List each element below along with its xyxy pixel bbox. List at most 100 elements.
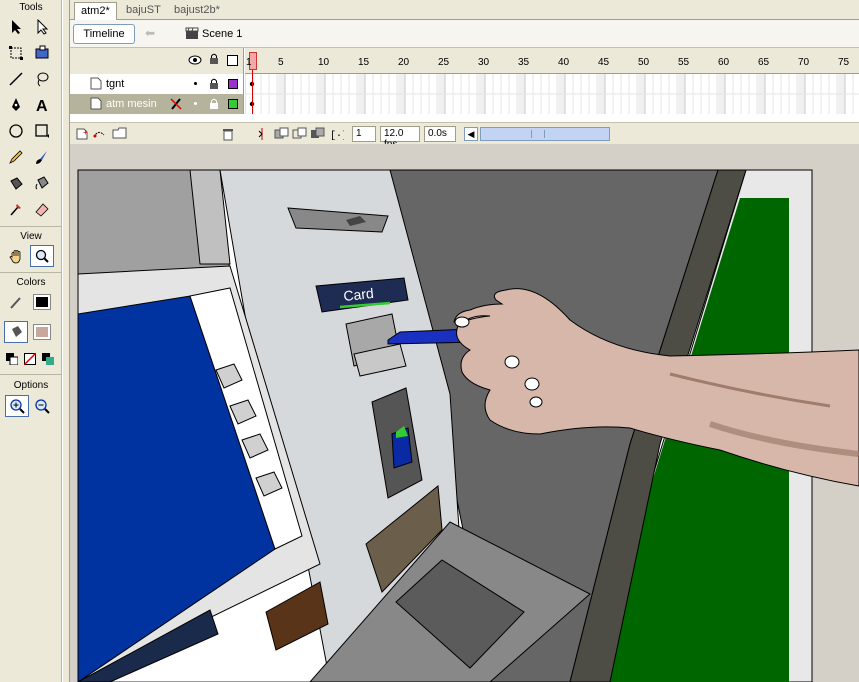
layer-outline-color[interactable] <box>228 99 238 109</box>
outline-icon[interactable] <box>227 55 238 66</box>
frame-number-label: 1 <box>246 57 252 68</box>
timeline-panel: tgnt atm mesin 1 5 10 15 20 25 30 35 40 … <box>70 48 859 150</box>
eyedropper-tool-icon[interactable] <box>4 198 28 220</box>
frame-number-label: 50 <box>638 57 650 68</box>
lasso-tool-icon[interactable] <box>30 68 54 90</box>
edit-bar: Timeline ⬅ Scene 1 <box>70 20 859 48</box>
zoom-tool-icon[interactable] <box>30 245 54 267</box>
panel-splitter[interactable] <box>62 0 70 682</box>
add-layer-icon[interactable]: + <box>76 127 90 143</box>
rectangle-tool-icon[interactable] <box>30 120 54 142</box>
playhead-line <box>252 70 253 114</box>
gradient-transform-tool-icon[interactable] <box>30 42 54 64</box>
layer-header <box>70 48 244 74</box>
paint-bucket-tool-icon[interactable] <box>30 172 54 194</box>
tools-title: Tools <box>19 2 43 13</box>
frame-number-label: 40 <box>558 57 570 68</box>
options-title: Options <box>13 380 49 391</box>
atm-illustration[interactable]: Card <box>70 144 859 682</box>
layer-name: atm mesin <box>106 98 157 110</box>
layer-lock-icon[interactable] <box>209 78 219 93</box>
frame-number-label: 30 <box>478 57 490 68</box>
pen-tool-icon[interactable] <box>4 94 28 116</box>
stroke-color-swatch[interactable] <box>30 291 54 313</box>
layer-tgnt[interactable]: tgnt <box>70 74 244 94</box>
black-white-icon[interactable] <box>3 348 21 370</box>
scrollbar-grip[interactable] <box>531 130 545 138</box>
frame-number-label: 55 <box>678 57 690 68</box>
timeline-scrollbar[interactable] <box>480 127 610 141</box>
frame-number-label: 65 <box>758 57 770 68</box>
visibility-dot[interactable] <box>194 82 197 85</box>
subselection-tool-icon[interactable] <box>30 16 54 38</box>
tab-bajust[interactable]: bajuST <box>120 2 167 20</box>
selection-tool-icon[interactable] <box>4 16 28 38</box>
colors-title: Colors <box>16 277 46 288</box>
card-label-text: Card <box>343 285 375 304</box>
line-tool-icon[interactable] <box>4 68 28 90</box>
colors-separator <box>0 374 62 375</box>
fill-color-bucket-icon <box>4 321 28 343</box>
swap-colors-icon[interactable] <box>39 348 57 370</box>
pencil-tool-icon[interactable] <box>4 146 28 168</box>
ink-bottle-tool-icon[interactable] <box>4 172 28 194</box>
frame-number-label: 15 <box>358 57 370 68</box>
scene-clapper-icon <box>185 27 199 42</box>
add-motion-guide-icon[interactable] <box>92 127 108 143</box>
scroll-left-button[interactable]: ◀ <box>464 127 478 141</box>
layer-page-icon <box>90 97 102 113</box>
back-arrow-icon[interactable]: ⬅ <box>145 26 155 40</box>
text-tool-icon[interactable]: A <box>30 94 54 116</box>
layer-outline-color[interactable] <box>228 79 238 89</box>
zoom-out-icon[interactable] <box>30 395 54 417</box>
onion-skin-outlines-icon[interactable] <box>292 127 308 144</box>
zoom-in-icon[interactable] <box>5 395 29 417</box>
edit-multiple-frames-icon[interactable] <box>310 127 326 144</box>
svg-text:+: + <box>83 128 88 137</box>
brush-tool-icon[interactable] <box>30 146 54 168</box>
no-color-icon[interactable] <box>21 348 39 370</box>
tab-bajust2b[interactable]: bajust2b* <box>168 2 226 20</box>
frame-number-label: 45 <box>598 57 610 68</box>
free-transform-tool-icon[interactable] <box>4 42 28 64</box>
frames-area[interactable]: 1 5 10 15 20 25 30 35 40 45 50 55 60 65 70 75 <box>245 48 859 114</box>
current-frame-field[interactable]: 1 <box>352 126 376 142</box>
pencil-crossed-icon <box>170 97 182 113</box>
insert-folder-icon[interactable] <box>112 126 128 143</box>
timeline-toggle-button[interactable]: Timeline <box>73 24 135 44</box>
frame-number-label: 70 <box>798 57 810 68</box>
tab-atm2[interactable]: atm2* <box>74 2 117 20</box>
elapsed-time-field[interactable]: 0.0s <box>424 126 456 142</box>
frame-number-label: 35 <box>518 57 530 68</box>
onion-skin-icon[interactable] <box>274 127 290 144</box>
tools-separator <box>0 226 62 227</box>
view-separator <box>0 272 62 273</box>
delete-layer-icon[interactable] <box>222 127 234 144</box>
layer-page-icon <box>90 77 102 93</box>
svg-text:[·]: [·] <box>330 130 344 141</box>
frame-number-label: 75 <box>838 57 850 68</box>
fingernail-2 <box>524 377 540 391</box>
layer-lock-icon[interactable] <box>209 98 219 113</box>
hand-tool-icon[interactable] <box>4 245 28 267</box>
thumbnail <box>454 316 470 328</box>
center-frame-icon[interactable] <box>256 127 268 144</box>
eraser-tool-icon[interactable] <box>30 198 54 220</box>
frame-number-label: 25 <box>438 57 450 68</box>
fingernail-1 <box>504 355 520 369</box>
stage[interactable]: Card <box>70 144 859 682</box>
timeline-status-bar: + [·] <box>70 122 859 150</box>
modify-onion-markers-icon[interactable]: [·] <box>330 127 348 144</box>
layer-name: tgnt <box>106 78 125 90</box>
lock-icon[interactable] <box>209 53 219 68</box>
scene-label[interactable]: Scene 1 <box>202 28 242 40</box>
oval-tool-icon[interactable] <box>4 120 28 142</box>
fill-color-swatch[interactable] <box>30 321 54 343</box>
fingernail-3 <box>529 396 543 408</box>
layer-atm-mesin[interactable]: atm mesin <box>70 94 244 114</box>
stroke-color-pencil-icon <box>4 291 28 313</box>
frame-number-label: 5 <box>278 57 284 68</box>
frame-rate-field[interactable]: 12.0 fps <box>380 126 420 150</box>
visibility-dot[interactable] <box>194 102 197 105</box>
eye-icon[interactable] <box>188 55 202 68</box>
